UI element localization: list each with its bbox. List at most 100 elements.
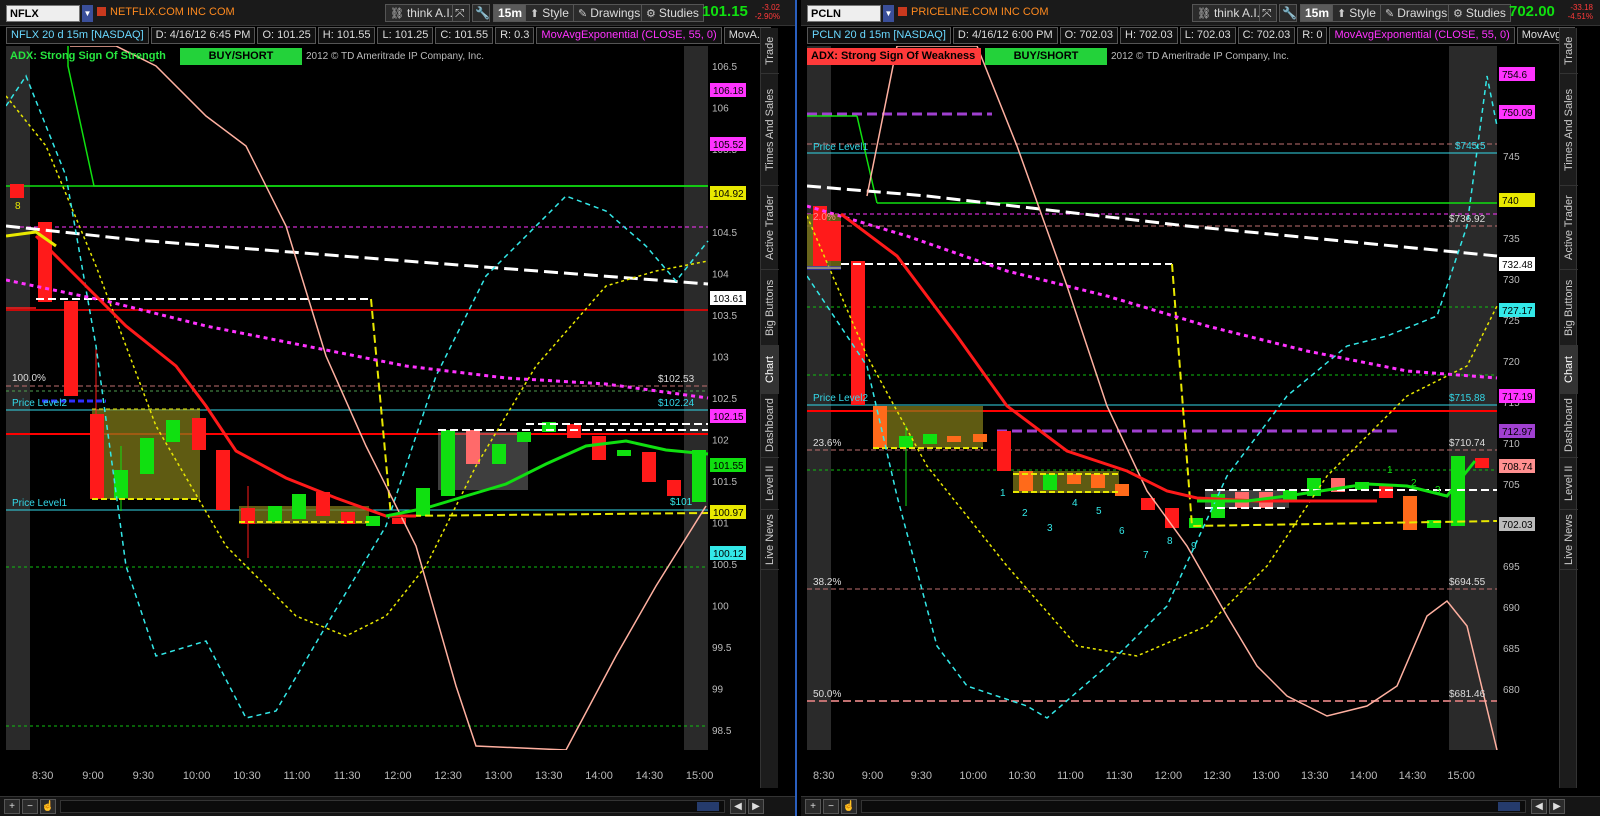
pencil-icon: ✎ bbox=[578, 8, 588, 20]
side-tab-live-news[interactable]: Live News bbox=[761, 510, 779, 570]
company-name[interactable]: PRICELINE.COM INC COM bbox=[898, 6, 1049, 18]
drawings-button[interactable]: ✎ Drawings bbox=[1380, 4, 1453, 22]
side-tab-level-ii[interactable]: Level II bbox=[761, 458, 779, 510]
side-tab-chart[interactable]: Chart bbox=[1560, 346, 1578, 394]
side-tab-active-trader[interactable]: Active Trader bbox=[1560, 186, 1578, 270]
interval-button[interactable]: 15m bbox=[1300, 4, 1335, 22]
side-tab-trade[interactable]: Trade bbox=[761, 28, 779, 74]
scroll-right-icon[interactable]: ▶ bbox=[748, 799, 764, 814]
price-badge-text: 708.74 bbox=[1502, 462, 1533, 473]
side-tab-trade[interactable]: Trade bbox=[1560, 28, 1578, 74]
cursor-icon[interactable]: ☝ bbox=[841, 799, 857, 814]
side-tab-dashboard[interactable]: Dashboard bbox=[1560, 394, 1578, 458]
symbol-dropdown-icon[interactable]: ▼ bbox=[82, 5, 93, 22]
think-ai-button[interactable]: ⛓ think A.I. bbox=[385, 4, 458, 22]
price-label-71588: $715.88 bbox=[1449, 393, 1486, 404]
green-count-1: 1 bbox=[1387, 465, 1393, 476]
count-label-8: 8 bbox=[15, 201, 21, 212]
studies-button[interactable]: ⚙ Studies bbox=[1448, 4, 1511, 22]
price-badge-text: 740 bbox=[1502, 196, 1519, 207]
horizontal-scrollbar[interactable] bbox=[60, 800, 725, 813]
y-tick-label: 103.5 bbox=[712, 311, 737, 322]
y-tick-label: 99.5 bbox=[712, 643, 732, 654]
side-tab-active-trader[interactable]: Active Trader bbox=[761, 186, 779, 270]
y-tick-label: 695 bbox=[1503, 562, 1520, 573]
last-price: 702.00 bbox=[1509, 3, 1555, 20]
drawings-button[interactable]: ✎ Drawings bbox=[573, 4, 646, 22]
zoom-in-icon[interactable]: + bbox=[805, 799, 821, 814]
side-tab-big-buttons[interactable]: Big Buttons bbox=[761, 270, 779, 346]
link-icon: ⛓ bbox=[1197, 8, 1211, 20]
price-label-10253: $102.53 bbox=[658, 374, 695, 385]
price-chart[interactable]: 100.0% Price Level2 Price Level1 $102.53… bbox=[6, 46, 762, 750]
think-ai-label: think A.I. bbox=[1213, 6, 1260, 20]
style-button[interactable]: ⬆ Style bbox=[525, 4, 574, 22]
tools-button[interactable]: ⤧ bbox=[1259, 4, 1277, 22]
x-tick-label: 10:00 bbox=[182, 770, 211, 782]
price-level-2-label: Price Level2 bbox=[813, 393, 868, 404]
y-tick-label: 102.5 bbox=[712, 394, 737, 405]
think-ai-button[interactable]: ⛓ think A.I. bbox=[1192, 4, 1265, 22]
symbol-input[interactable]: PCLN bbox=[807, 5, 881, 22]
x-tick-label: 14:30 bbox=[1398, 770, 1427, 782]
x-tick-label: 12:30 bbox=[1203, 770, 1231, 782]
adx-bar-left: ADX: Strong Sign Of Strength BUY/SHORT 2… bbox=[6, 48, 484, 65]
side-tab-level-ii[interactable]: Level II bbox=[1560, 458, 1578, 510]
info-study[interactable]: MovAvgExponential (CLOSE, 55, 0) bbox=[1329, 27, 1515, 44]
cursor-icon[interactable]: ☝ bbox=[40, 799, 56, 814]
y-tick-label: 735 bbox=[1503, 234, 1520, 245]
info-high: H: 101.55 bbox=[317, 27, 376, 44]
zoom-out-icon[interactable]: − bbox=[823, 799, 839, 814]
y-tick-label: 685 bbox=[1503, 644, 1520, 655]
scroll-thumb[interactable] bbox=[697, 802, 719, 811]
zoom-out-icon[interactable]: − bbox=[22, 799, 38, 814]
settings-button[interactable]: 🔧 bbox=[472, 4, 490, 22]
y-tick-label: 102 bbox=[712, 436, 729, 447]
scroll-right-icon[interactable]: ▶ bbox=[1549, 799, 1565, 814]
y-tick-label: 106 bbox=[712, 104, 729, 115]
side-tab-big-buttons[interactable]: Big Buttons bbox=[1560, 270, 1578, 346]
side-tab-times-and-sales[interactable]: Times And Sales bbox=[1560, 74, 1578, 186]
interval-button[interactable]: 15m bbox=[493, 4, 528, 22]
price-chart[interactable]: Price Level1 Price Level2 23.6% 38.2% 50… bbox=[807, 46, 1563, 750]
info-symbol: NFLX 20 d 15m [NASDAQ] bbox=[6, 27, 149, 44]
bottom-bar: + − ☝ ◀ ▶ bbox=[0, 796, 795, 816]
side-tab-chart[interactable]: Chart bbox=[761, 346, 779, 394]
zoom-in-icon[interactable]: + bbox=[4, 799, 20, 814]
count-4: 4 bbox=[1072, 498, 1078, 509]
price-badge-text: 754.6 bbox=[1502, 70, 1527, 81]
scroll-thumb[interactable] bbox=[1498, 802, 1520, 811]
adx-status: ADX: Strong Sign Of Weakness bbox=[807, 48, 981, 65]
toolbar: PCLN ▼ PRICELINE.COM INC COM ⛓ think A.I.… bbox=[801, 0, 1600, 26]
x-tick-label: 13:00 bbox=[1252, 770, 1280, 782]
side-tab-live-news[interactable]: Live News bbox=[1560, 510, 1578, 570]
scroll-left-icon[interactable]: ◀ bbox=[1531, 799, 1547, 814]
pencil-icon: ✎ bbox=[1385, 8, 1395, 20]
style-button[interactable]: ⬆ Style bbox=[1332, 4, 1381, 22]
studies-button[interactable]: ⚙ Studies bbox=[641, 4, 704, 22]
side-tab-dashboard[interactable]: Dashboard bbox=[761, 394, 779, 458]
y-tick-label: 104.5 bbox=[712, 228, 737, 239]
side-tab-times-and-sales[interactable]: Times And Sales bbox=[761, 74, 779, 186]
x-tick-label: 14:30 bbox=[635, 770, 664, 782]
symbol-dropdown-icon[interactable]: ▼ bbox=[883, 5, 894, 22]
tools-button[interactable]: ⤧ bbox=[452, 4, 470, 22]
horizontal-scrollbar[interactable] bbox=[861, 800, 1526, 813]
chart-panel-nflx: NFLX ▼ NETFLIX.COM INC COM ⛓ think A.I. ⤧… bbox=[0, 0, 797, 816]
price-change: -33.18 -4.51% bbox=[1561, 3, 1593, 21]
style-label: Style bbox=[1349, 6, 1376, 20]
company-name[interactable]: NETFLIX.COM INC COM bbox=[97, 6, 235, 18]
chart-panel-pcln: PCLN ▼ PRICELINE.COM INC COM ⛓ think A.I.… bbox=[801, 0, 1600, 816]
x-tick-label: 12:30 bbox=[434, 770, 462, 782]
y-tick-label: 100 bbox=[712, 602, 729, 613]
x-tick-label: 8:30 bbox=[32, 770, 54, 782]
x-tick-label: 14:00 bbox=[1349, 770, 1378, 782]
y-tick-label: 680 bbox=[1503, 685, 1520, 696]
info-low: L: 101.25 bbox=[377, 27, 434, 44]
info-study[interactable]: MovAvgExponential (CLOSE, 55, 0) bbox=[536, 27, 722, 44]
settings-button[interactable]: 🔧 bbox=[1279, 4, 1297, 22]
wrench-icon: 🔧 bbox=[475, 6, 490, 20]
scroll-left-icon[interactable]: ◀ bbox=[730, 799, 746, 814]
symbol-input[interactable]: NFLX bbox=[6, 5, 80, 22]
price-badge-text: 102.15 bbox=[713, 412, 744, 423]
